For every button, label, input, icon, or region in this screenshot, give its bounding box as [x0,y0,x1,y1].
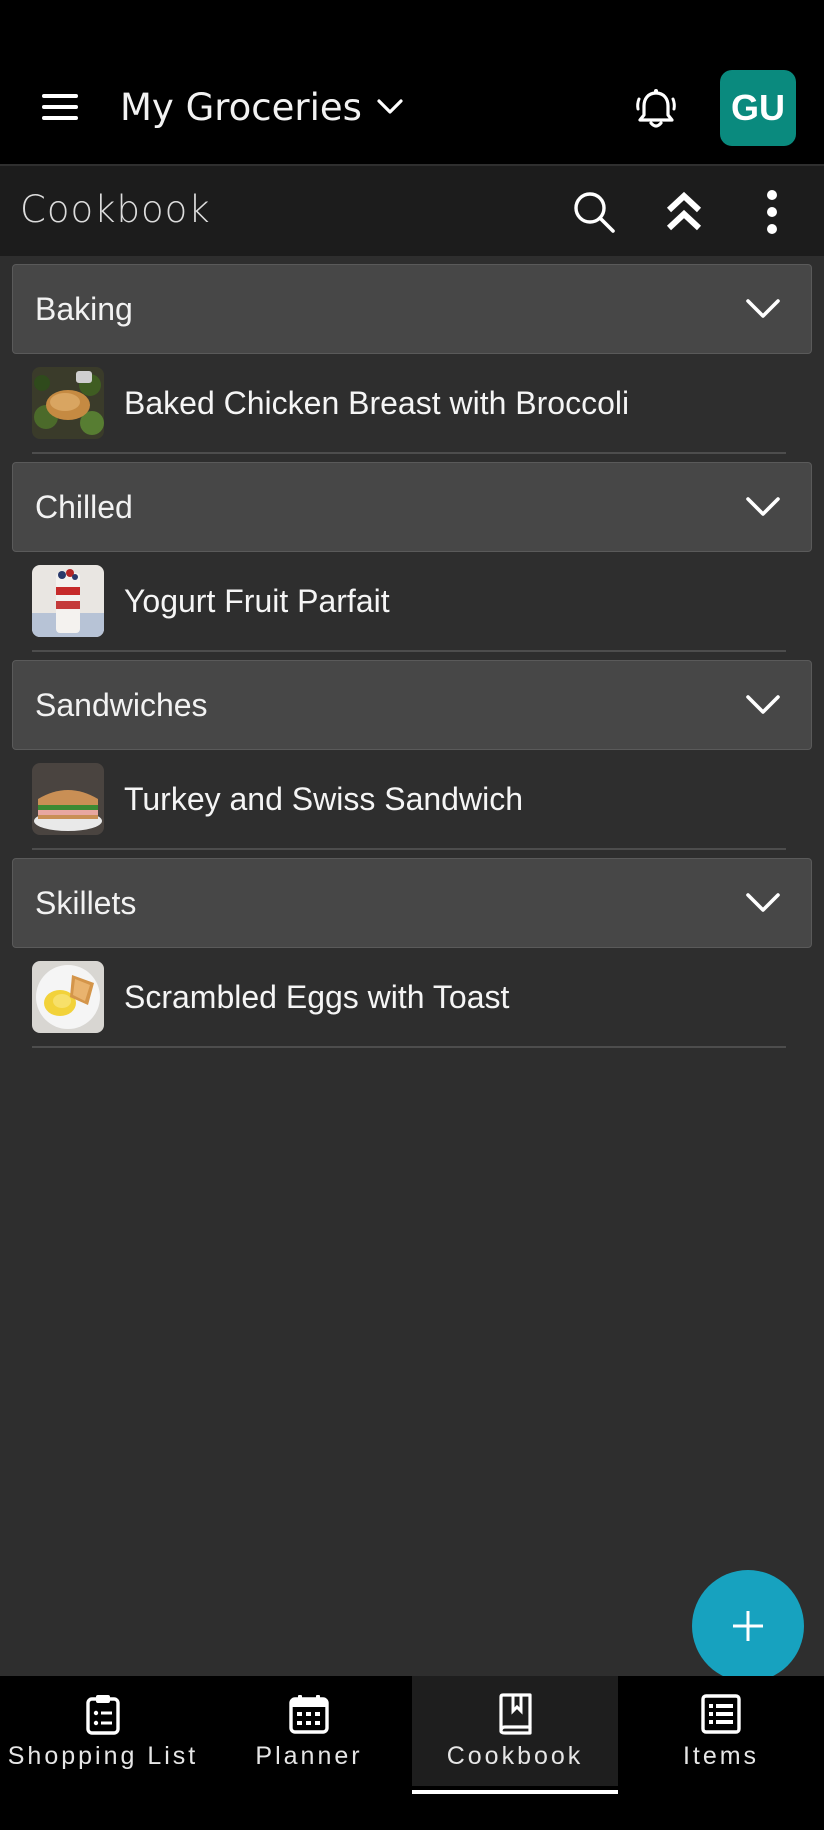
recipe-thumbnail [32,961,104,1033]
recipe-thumbnail [32,367,104,439]
bottom-navigation: Shopping List Planner Cookbook Items [0,1676,824,1830]
category-name: Baking [35,290,133,327]
recipe-item[interactable]: Yogurt Fruit Parfait [32,552,786,652]
more-vertical-icon [767,190,777,234]
chevron-down-icon [743,489,783,525]
recipe-name: Scrambled Eggs with Toast [124,978,510,1015]
chevron-down-icon [743,885,783,921]
recipe-name: Turkey and Swiss Sandwich [124,780,523,817]
recipe-thumbnail [32,763,104,835]
list-icon [699,1692,743,1736]
bell-ringing-icon [636,89,676,128]
more-options-button[interactable] [746,186,798,238]
menu-button[interactable] [30,82,90,132]
collapse-all-button[interactable] [658,186,710,238]
add-recipe-button[interactable] [692,1570,804,1682]
nav-label: Shopping List [7,1742,199,1770]
nav-planner[interactable]: Planner [206,1676,412,1786]
double-chevron-up-icon [666,191,702,231]
category-name: Sandwiches [35,686,208,723]
category-header-baking[interactable]: Baking [12,264,812,354]
nav-label: Cookbook [446,1742,584,1770]
app-bar: My Groceries GU [0,0,824,164]
recipe-item[interactable]: Baked Chicken Breast with Broccoli [32,354,786,454]
chevron-down-icon [743,291,783,327]
nav-label: Items [682,1742,760,1770]
search-button[interactable] [568,186,620,238]
plus-icon [733,1611,763,1641]
nav-label: Planner [255,1742,363,1770]
avatar[interactable]: GU [720,70,796,146]
category-header-chilled[interactable]: Chilled [12,462,812,552]
list-name: My Groceries [120,85,362,129]
nav-shopping-list[interactable]: Shopping List [0,1676,206,1786]
category-header-sandwiches[interactable]: Sandwiches [12,660,812,750]
chevron-down-icon [743,687,783,723]
recipe-list: Baking Baked Chicken Breast with Broccol… [0,256,824,1048]
recipe-name: Yogurt Fruit Parfait [124,582,390,619]
nav-items[interactable]: Items [618,1676,824,1786]
chevron-down-icon [377,99,403,114]
nav-cookbook[interactable]: Cookbook [412,1676,618,1794]
hamburger-icon [42,94,78,120]
clipboard-icon [81,1692,125,1736]
search-icon [574,192,615,233]
category-name: Skillets [35,884,137,921]
notifications-button[interactable] [628,82,684,138]
cookbook-header: Cookbook [0,164,824,256]
category-header-skillets[interactable]: Skillets [12,858,812,948]
calendar-icon [287,1692,331,1736]
page-title: Cookbook [20,188,211,231]
recipe-thumbnail [32,565,104,637]
recipe-name: Baked Chicken Breast with Broccoli [124,384,630,421]
book-icon [493,1692,537,1736]
category-name: Chilled [35,488,133,525]
recipe-item[interactable]: Turkey and Swiss Sandwich [32,750,786,850]
avatar-initials: GU [731,87,785,128]
recipe-item[interactable]: Scrambled Eggs with Toast [32,948,786,1048]
list-selector[interactable]: My Groceries [120,78,404,136]
